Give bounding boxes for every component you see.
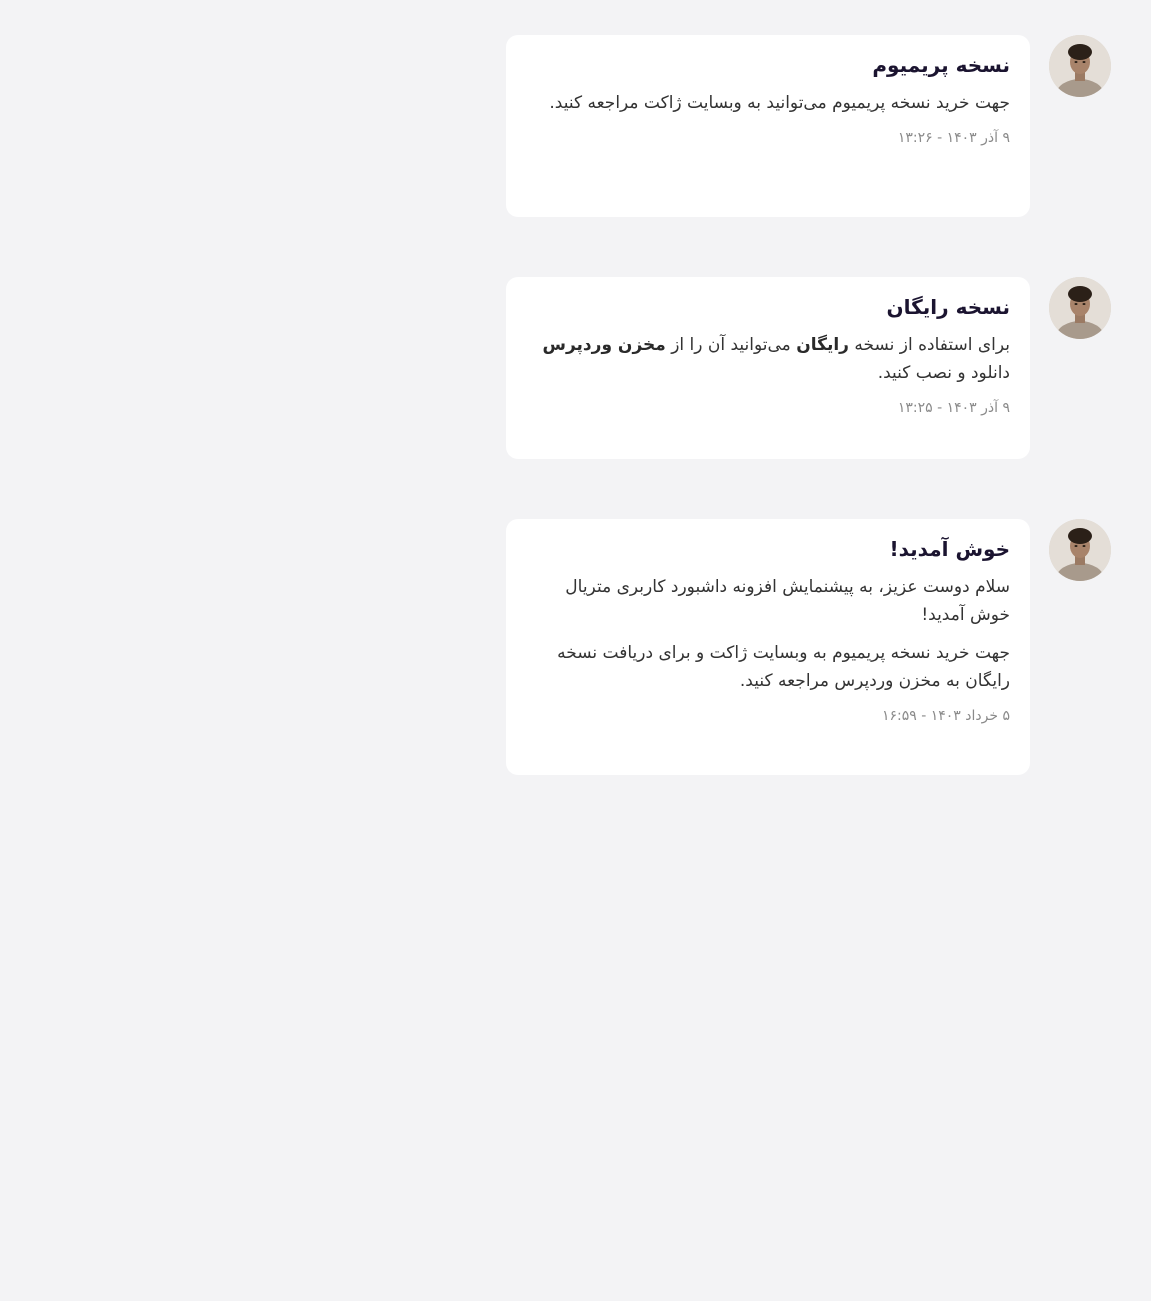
notification-feed: نسخه پریمیوم جهت خرید نسخه پریمیوم می‌تو… (0, 0, 1151, 782)
notification-card: خوش آمدید! سلام دوست عزیز، به پیشنمایش ا… (506, 519, 1030, 775)
body-bold-free: رایگان (796, 335, 849, 355)
notification-time: ۹ آذر ۱۴۰۳ - ۱۳:۲۵ (897, 400, 1010, 416)
body-text: برای استفاده از نسخه (848, 335, 1010, 355)
avatar (1049, 35, 1111, 97)
notification-card: نسخه پریمیوم جهت خرید نسخه پریمیوم می‌تو… (506, 35, 1030, 217)
notification-body-secondary: جهت خرید نسخه پریمیوم به وبسایت ژاکت و ب… (557, 643, 1010, 691)
body-text: دانلود و نصب کنید. (877, 363, 1010, 383)
avatar (1049, 277, 1111, 339)
avatar-photo (1049, 277, 1111, 339)
notification-card: نسخه رایگان برای استفاده از نسخه رایگان … (506, 277, 1030, 459)
notification-title: نسخه پریمیوم (872, 53, 1010, 77)
notification-time: ۹ آذر ۱۴۰۳ - ۱۳:۲۶ (897, 130, 1010, 146)
notification-title: خوش آمدید! (889, 537, 1011, 561)
avatar-photo (1049, 35, 1111, 97)
avatar-photo (1049, 519, 1111, 581)
notification-body: برای استفاده از نسخه رایگان می‌توانید آن… (526, 331, 1010, 387)
body-text: می‌توانید آن را از (665, 335, 797, 355)
body-bold-wordpress-repo: مخزن وردپرس (542, 335, 666, 355)
notification-time: ۵ خرداد ۱۴۰۳ - ۱۶:۵۹ (882, 708, 1010, 724)
notification-body: جهت خرید نسخه پریمیوم می‌توانید به وبسای… (549, 93, 1010, 113)
notification-body: سلام دوست عزیز، به پیشنمایش افزونه داشبو… (565, 577, 1010, 625)
notification-title: نسخه رایگان (886, 295, 1010, 319)
avatar (1049, 519, 1111, 581)
notification-item: خوش آمدید! سلام دوست عزیز، به پیشنمایش ا… (506, 519, 1151, 1301)
